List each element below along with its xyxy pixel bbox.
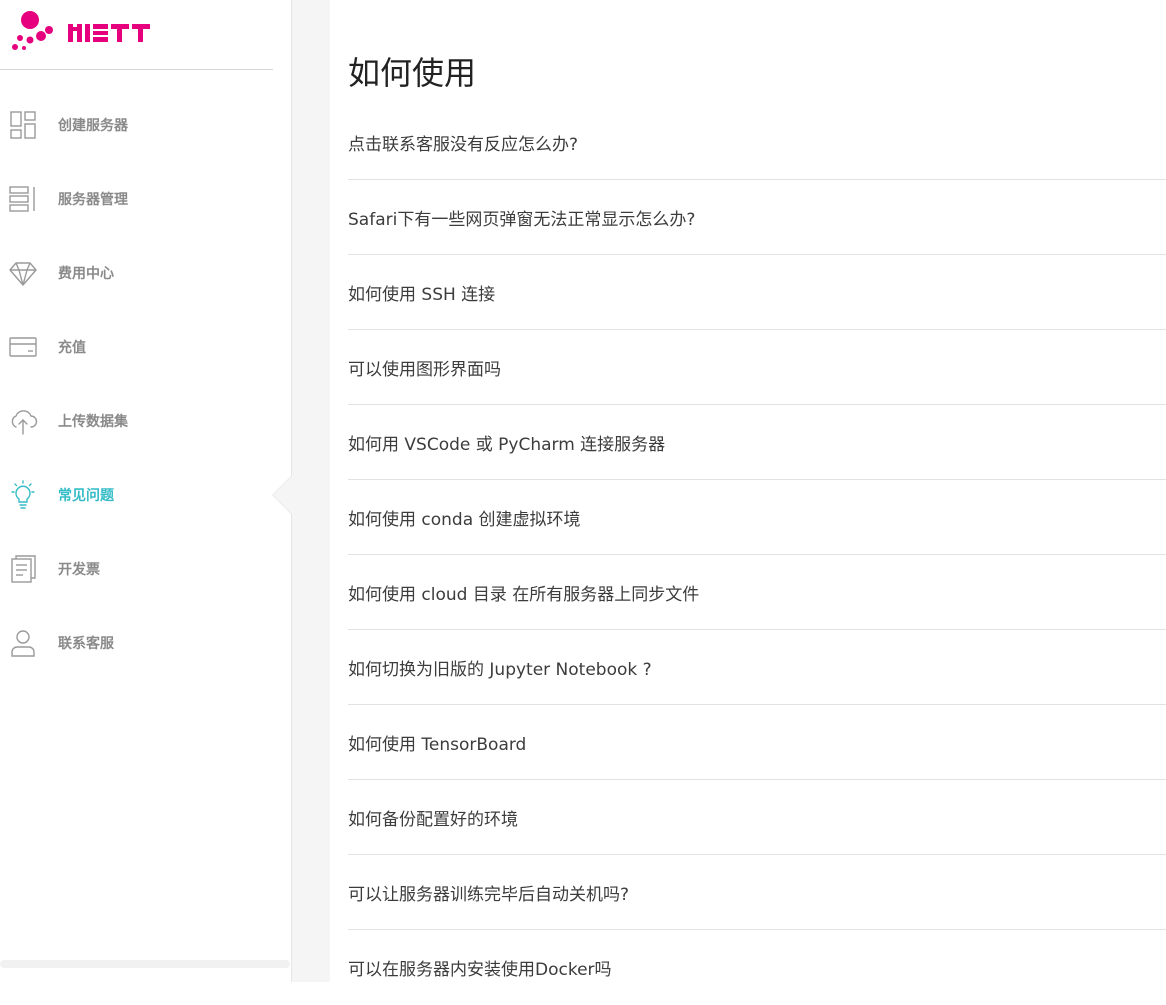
sidebar-item-invoice[interactable]: 开发票 (0, 532, 292, 606)
sidebar-item-billing[interactable]: 费用中心 (0, 236, 292, 310)
faq-question: 如何切换为旧版的 Jupyter Notebook ? (348, 659, 652, 680)
faq-question: 可以使用图形界面吗 (348, 359, 501, 380)
sidebar-item-create-server[interactable]: 创建服务器 (0, 88, 292, 162)
faq-question: 如何使用 SSH 连接 (348, 284, 496, 305)
sidebar-item-label: 服务器管理 (58, 192, 128, 208)
sidebar-item-label: 费用中心 (58, 266, 114, 282)
faq-item[interactable]: 可以在服务器内安装使用Docker吗 (348, 930, 1166, 1005)
lightbulb-icon (7, 479, 39, 511)
dashboard-grid-icon (7, 109, 39, 141)
server-list-icon (7, 183, 39, 215)
sidebar-item-label: 联系客服 (58, 636, 114, 652)
diamond-icon (7, 257, 39, 289)
sidebar-item-upload-dataset[interactable]: 上传数据集 (0, 384, 292, 458)
faq-question: 可以在服务器内安装使用Docker吗 (348, 960, 612, 980)
faq-question: 如何用 VSCode 或 PyCharm 连接服务器 (348, 434, 666, 455)
page-title: 如何使用 (348, 54, 477, 92)
faq-question: 如何使用 TensorBoard (348, 734, 527, 755)
sidebar-item-label: 常见问题 (58, 488, 114, 504)
faq-item[interactable]: 如何切换为旧版的 Jupyter Notebook ? (348, 630, 1166, 705)
faq-question: 如何备份配置好的环境 (348, 809, 518, 830)
sidebar-nav: 创建服务器 服务器管理 费用中心 充值 上传数据集 常见问题 开发票 联系客服 (0, 88, 292, 680)
logo-divider (0, 69, 273, 70)
document-icon (7, 553, 39, 585)
faq-item[interactable]: 如何使用 TensorBoard (348, 705, 1166, 780)
faq-item[interactable]: 如何备份配置好的环境 (348, 780, 1166, 855)
sidebar-horizontal-scrollbar[interactable] (0, 960, 290, 968)
faq-question: 点击联系客服没有反应怎么办? (348, 134, 579, 155)
faq-item[interactable]: 可以让服务器训练完毕后自动关机吗? (348, 855, 1166, 930)
faq-list: 点击联系客服没有反应怎么办? Safari下有一些网页弹窗无法正常显示怎么办? … (348, 105, 1166, 1005)
faq-item[interactable]: 如何使用 cloud 目录 在所有服务器上同步文件 (348, 555, 1166, 630)
sidebar-item-label: 充值 (58, 340, 86, 356)
sidebar-item-label: 上传数据集 (58, 414, 128, 430)
faq-item[interactable]: 如何使用 SSH 连接 (348, 255, 1166, 330)
sidebar: MIST 创建服务器 服务器管理 (0, 0, 292, 982)
brand-logo[interactable]: MIST (8, 8, 168, 56)
user-icon (7, 627, 39, 659)
content-gutter (292, 0, 330, 982)
faq-item[interactable]: 如何用 VSCode 或 PyCharm 连接服务器 (348, 405, 1166, 480)
main-content: 如何使用 点击联系客服没有反应怎么办? Safari下有一些网页弹窗无法正常显示… (330, 0, 1166, 982)
faq-item[interactable]: 如何使用 conda 创建虚拟环境 (348, 480, 1166, 555)
sidebar-item-label: 开发票 (58, 562, 100, 578)
faq-question: 如何使用 cloud 目录 在所有服务器上同步文件 (348, 584, 700, 605)
credit-card-icon (7, 331, 39, 363)
sidebar-item-faq[interactable]: 常见问题 (0, 458, 292, 532)
faq-item[interactable]: 点击联系客服没有反应怎么办? (348, 105, 1166, 180)
sidebar-item-label: 创建服务器 (58, 118, 128, 134)
faq-item[interactable]: 可以使用图形界面吗 (348, 330, 1166, 405)
faq-question: 可以让服务器训练完毕后自动关机吗? (348, 884, 630, 905)
logo-mark-icon (12, 11, 150, 50)
faq-item[interactable]: Safari下有一些网页弹窗无法正常显示怎么办? (348, 180, 1166, 255)
cloud-upload-icon (7, 405, 39, 437)
faq-question: Safari下有一些网页弹窗无法正常显示怎么办? (348, 209, 696, 230)
sidebar-item-contact-support[interactable]: 联系客服 (0, 606, 292, 680)
faq-question: 如何使用 conda 创建虚拟环境 (348, 509, 581, 530)
active-indicator (273, 476, 292, 514)
sidebar-item-recharge[interactable]: 充值 (0, 310, 292, 384)
sidebar-item-server-management[interactable]: 服务器管理 (0, 162, 292, 236)
